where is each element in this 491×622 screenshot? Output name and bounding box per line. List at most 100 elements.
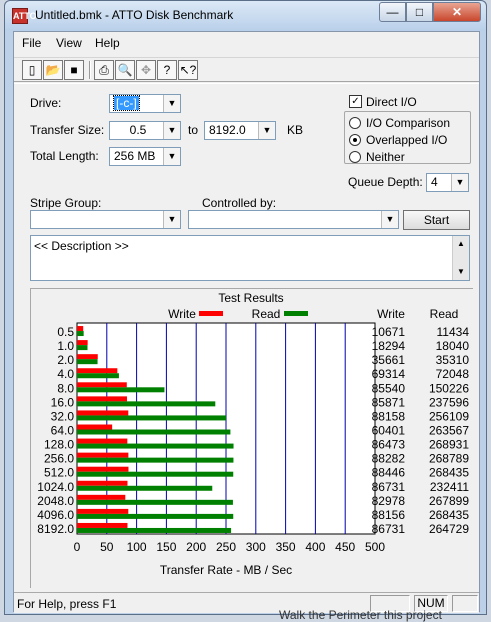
x-tick-label: 100 [127,540,147,554]
write-bar [77,368,118,374]
x-tick-label: 450 [335,540,355,554]
move-icon[interactable]: ✥ [136,60,156,80]
maximize-button[interactable]: □ [406,2,433,22]
read-value: 256109 [429,409,469,423]
read-value: 11434 [437,325,470,339]
menu-file[interactable]: File [22,36,41,50]
x-tick-label: 350 [276,540,296,554]
y-tick-label: 4.0 [57,367,74,381]
app-icon: ATTO [12,8,37,24]
read-value: 264729 [429,522,469,536]
read-bar [77,345,88,351]
print-preview-icon[interactable]: 🔍 [115,60,135,80]
write-bar [77,480,128,486]
chevron-down-icon[interactable]: ▼ [163,95,180,112]
chevron-down-icon[interactable]: ▼ [381,211,398,228]
total-length-select[interactable]: 256 MB ▼ [109,147,181,166]
window-title: Untitled.bmk - ATTO Disk Benchmark [35,8,234,22]
overlapped-io-label: Overlapped I/O [366,133,448,147]
x-axis-label: Transfer Rate - MB / Sec [160,563,292,577]
chevron-down-icon[interactable]: ▼ [163,148,180,165]
drive-select[interactable]: [-c-] ▼ [109,94,181,113]
write-bar [77,382,127,388]
help-icon[interactable]: ? [157,60,177,80]
save-icon[interactable]: ■ [64,60,84,80]
background-window-text: Walk the Perimeter this project [279,608,442,622]
scroll-down-icon[interactable]: ▼ [453,264,469,280]
transfer-size-label: Transfer Size: [30,123,105,137]
transfer-to-value: 8192.0 [209,123,246,137]
print-icon[interactable]: ⎙ [94,60,114,80]
read-bar [77,331,84,337]
write-value: 86473 [372,438,406,452]
y-tick-label: 4096.0 [37,508,74,522]
write-value: 85871 [372,395,406,409]
drive-label: Drive: [30,96,62,110]
write-value: 86731 [372,480,406,494]
write-value: 82978 [372,494,406,508]
read-bar [77,373,119,379]
write-bar [77,452,129,458]
direct-io-label: Direct I/O [366,95,417,109]
transfer-from-select[interactable]: 0.5 ▼ [109,121,181,140]
kb-label: KB [287,123,304,137]
read-value: 263567 [429,424,469,438]
description-scrollbar[interactable]: ▲ ▼ [452,236,469,280]
x-tick-label: 50 [100,540,114,554]
x-tick-label: 250 [216,540,236,554]
read-value: 268435 [429,466,469,480]
write-value: 18294 [372,339,406,353]
context-help-icon[interactable]: ↖? [178,60,198,80]
new-document-icon[interactable]: ▯ [22,60,42,80]
menu-view[interactable]: View [56,36,82,50]
chevron-down-icon[interactable]: ▼ [163,122,180,139]
write-value: 88158 [372,409,406,423]
write-value: 85540 [372,381,406,395]
neither-radio[interactable] [349,151,361,163]
write-bar [77,354,98,360]
x-tick-label: 150 [156,540,176,554]
client-area: File View Help ▯ 📂 ■ ⎙ 🔍 ✥ ? ↖? Drive: [… [13,31,480,613]
read-value: 35310 [436,353,470,367]
read-value: 72048 [436,367,470,381]
direct-io-checkbox[interactable]: ✓ [349,95,362,108]
x-tick-label: 200 [186,540,206,554]
close-button[interactable]: ✕ [433,2,481,22]
chevron-down-icon[interactable]: ▼ [451,174,468,191]
benchmark-panel: Drive: [-c-] ▼ Transfer Size: 0.5 ▼ to 8… [14,83,479,593]
stripe-group-label: Stripe Group: [30,196,102,210]
transfer-from-value: 0.5 [129,123,147,137]
read-bar [77,415,227,421]
chevron-down-icon[interactable]: ▼ [163,211,180,228]
y-tick-label: 16.0 [51,395,75,409]
toolbar: ▯ 📂 ■ ⎙ 🔍 ✥ ? ↖? [14,57,479,82]
results-chart: Test Results Write Read Write Read 0 50 10… [31,289,474,589]
description-textarea[interactable]: << Description >> ▲ ▼ [30,235,470,281]
chevron-down-icon[interactable]: ▼ [258,122,275,139]
scroll-up-icon[interactable]: ▲ [453,236,469,252]
y-tick-label: 1.0 [57,339,74,353]
neither-label: Neither [366,150,405,164]
io-comparison-radio[interactable] [349,117,361,129]
legend-read-label: Read [252,307,281,321]
start-button[interactable]: Start [403,210,470,230]
total-length-value: 256 MB [114,149,156,163]
open-folder-icon[interactable]: 📂 [43,60,63,80]
total-length-label: Total Length: [30,149,99,163]
read-value: 150226 [429,381,469,395]
menu-bar: File View Help [14,32,479,54]
controlled-by-select[interactable]: ▼ [188,210,399,229]
legend-read-swatch [284,311,308,316]
title-bar[interactable]: ATTO Untitled.bmk - ATTO Disk Benchmark … [5,1,486,31]
overlapped-io-radio[interactable] [349,134,361,146]
read-bar [77,387,165,393]
y-tick-label: 8.0 [57,381,74,395]
transfer-to-select[interactable]: 8192.0 ▼ [204,121,276,140]
y-tick-label: 512.0 [44,466,74,480]
minimize-button[interactable]: — [379,2,406,22]
app-window: ATTO Untitled.bmk - ATTO Disk Benchmark … [4,0,487,615]
read-value: 268789 [429,452,469,466]
menu-help[interactable]: Help [95,36,120,50]
queue-depth-select[interactable]: 4 ▼ [426,173,469,192]
stripe-group-select[interactable]: ▼ [30,210,181,229]
